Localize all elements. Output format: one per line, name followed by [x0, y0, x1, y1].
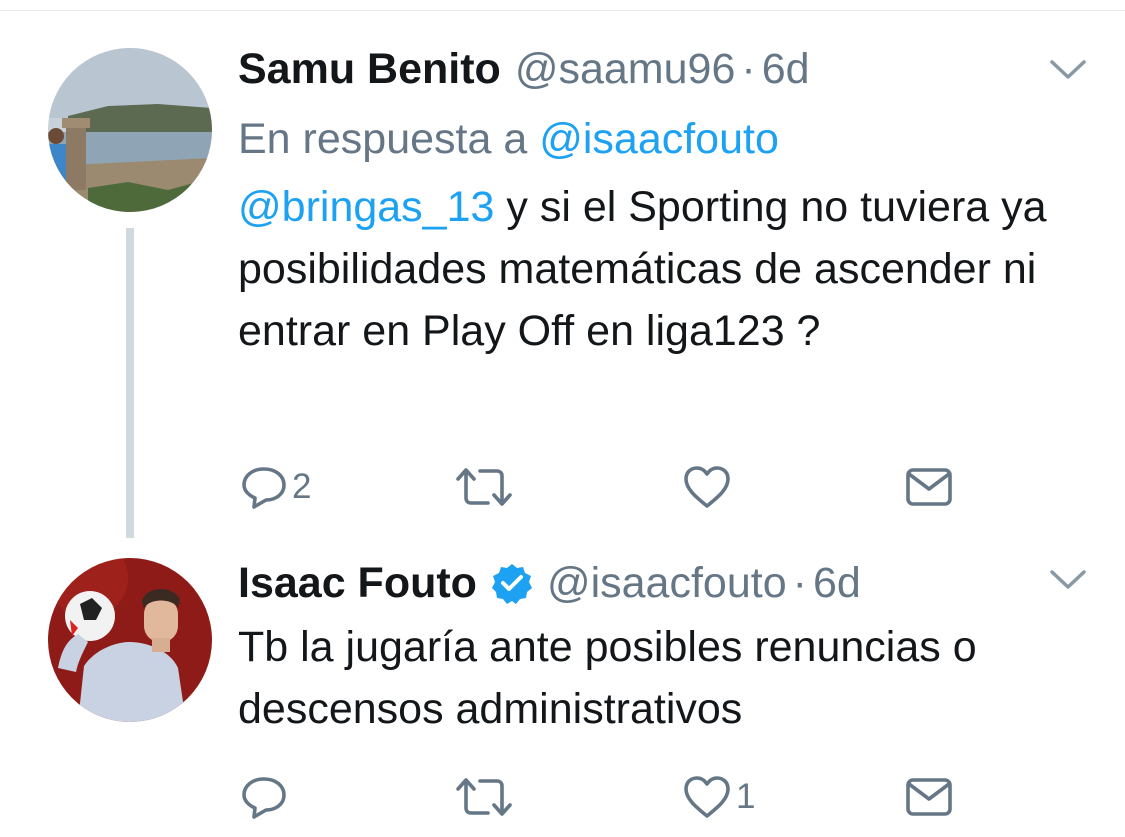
reply-context: En respuesta a @isaacfouto: [238, 114, 1085, 164]
tweet-content: Samu Benito @saamu96 · 6d En respuesta a…: [238, 44, 1085, 362]
tweet-text: Tb la jugaría ante posibles renuncias o …: [238, 623, 977, 733]
author-name[interactable]: Isaac Fouto: [238, 559, 477, 608]
envelope-icon: [906, 778, 952, 816]
author-handle[interactable]: @isaacfouto: [547, 559, 787, 608]
timestamp[interactable]: 6d: [813, 559, 861, 608]
heart-icon: [684, 776, 730, 818]
retweet-button[interactable]: [454, 462, 518, 512]
author-name[interactable]: Samu Benito: [238, 45, 501, 94]
timestamp[interactable]: 6d: [762, 45, 810, 94]
heart-icon: [684, 466, 730, 508]
chevron-down-icon[interactable]: [1049, 58, 1087, 82]
envelope-icon: [906, 468, 952, 506]
chevron-down-icon[interactable]: [1049, 568, 1087, 592]
avatar[interactable]: [48, 558, 212, 722]
retweet-button[interactable]: [454, 772, 518, 822]
reply-icon: [242, 467, 286, 509]
tweet-actions: 1: [240, 772, 960, 822]
avatar-photo-player: [48, 558, 212, 722]
separator-dot: ·: [741, 44, 756, 93]
verified-badge-icon: [491, 564, 532, 604]
author-handle[interactable]: @saamu96: [515, 45, 736, 94]
tweet-content: Isaac Fouto @isaacfouto · 6d Tb la jugar…: [238, 558, 1085, 740]
reply-prefix: En respuesta a: [238, 115, 528, 163]
reply-button[interactable]: [240, 772, 292, 822]
thread-connector-line: [126, 228, 134, 538]
direct-message-button[interactable]: [904, 772, 954, 822]
tweet-text: @bringas_13 y si el Sporting no tuviera …: [238, 176, 1085, 362]
retweet-icon: [456, 468, 512, 506]
like-count: 1: [736, 777, 756, 816]
reply-button[interactable]: 2: [240, 462, 311, 512]
mention-link[interactable]: @bringas_13: [238, 183, 494, 231]
retweet-icon: [456, 778, 512, 816]
separator-dot: ·: [792, 558, 807, 607]
direct-message-button[interactable]: [904, 462, 954, 512]
like-button[interactable]: [682, 462, 736, 512]
tweet-header: Isaac Fouto @isaacfouto · 6d: [238, 558, 1085, 608]
like-button[interactable]: 1: [682, 772, 755, 822]
reply-handle-link[interactable]: @isaacfouto: [539, 115, 779, 163]
avatar[interactable]: [48, 48, 212, 212]
reply-icon: [242, 777, 286, 819]
tweet-actions: 2: [240, 462, 960, 512]
tweet-isaac-fouto[interactable]: Isaac Fouto @isaacfouto · 6d Tb la jugar…: [0, 530, 1125, 837]
tweet-samu-benito[interactable]: Samu Benito @saamu96 · 6d En respuesta a…: [0, 0, 1125, 538]
avatar-photo-coastline: [48, 48, 212, 212]
tweet-header: Samu Benito @saamu96 · 6d: [238, 44, 1085, 94]
reply-count: 2: [292, 467, 312, 506]
